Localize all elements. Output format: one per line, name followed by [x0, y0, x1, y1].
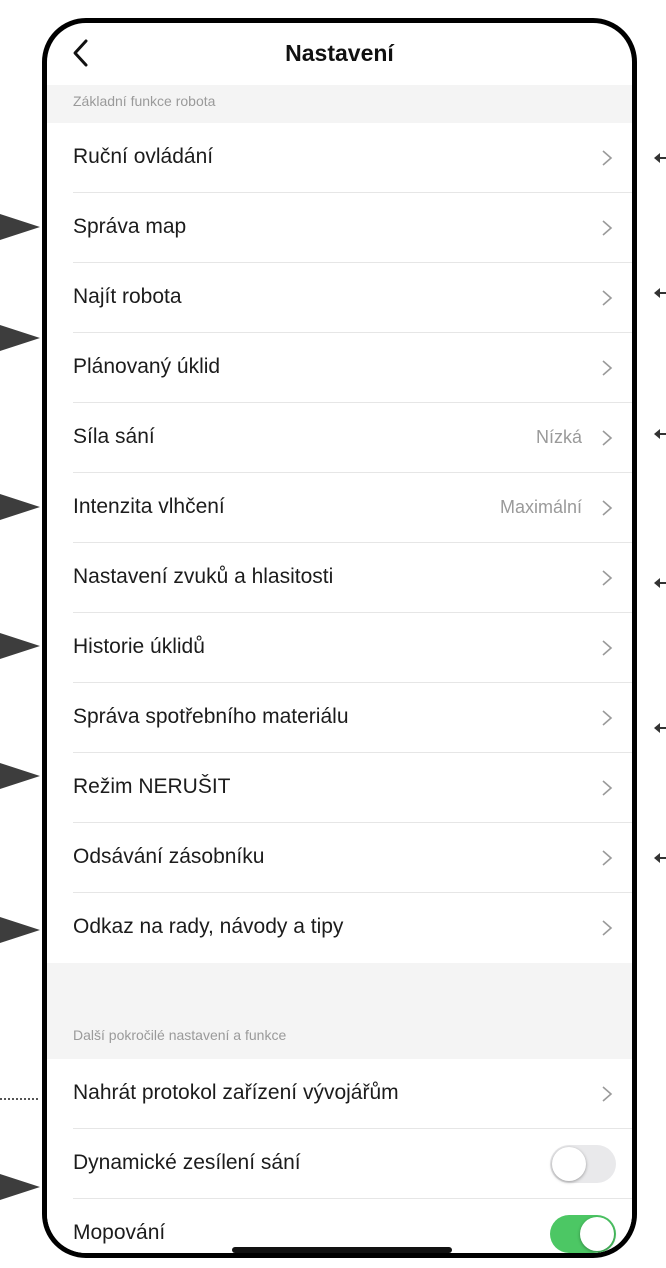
chevron-right-icon: [602, 780, 613, 796]
chevron-right-icon: [602, 710, 613, 726]
page-title: Nastavení: [285, 40, 394, 66]
chevron-right-icon: [602, 570, 613, 586]
row-label: Intenzita vlhčení: [73, 495, 225, 518]
row-label: Plánovaný úklid: [73, 355, 221, 378]
annotation-pointer: [0, 633, 40, 659]
row-dnd-mode[interactable]: Režim NERUŠIT: [47, 753, 632, 823]
row-label: Historie úklidů: [73, 635, 205, 658]
chevron-right-icon: [602, 920, 613, 936]
chevron-right-icon: [602, 430, 613, 446]
chevron-right-icon: [602, 1086, 613, 1102]
annotation-arrow: [654, 723, 666, 733]
annotation-dotted-line: [0, 1098, 38, 1100]
phone-frame: Nastavení Základní funkce robota Ruční o…: [42, 18, 637, 1258]
row-value: Nízká: [535, 427, 582, 447]
row-map-management[interactable]: Správa map: [47, 193, 632, 263]
navigation-bar: Nastavení: [47, 23, 632, 85]
chevron-right-icon: [602, 360, 613, 376]
chevron-right-icon: [602, 500, 613, 516]
row-label: Mopování: [73, 1221, 166, 1244]
dynamic-suction-toggle[interactable]: [550, 1145, 616, 1183]
row-label: Ruční ovládání: [73, 145, 214, 168]
row-upload-logs[interactable]: Nahrát protokol zařízení vývojářům: [47, 1059, 632, 1129]
row-dynamic-suction: Dynamické zesílení sání: [47, 1129, 632, 1199]
annotation-pointer: [0, 214, 40, 240]
chevron-right-icon: [602, 150, 613, 166]
chevron-right-icon: [602, 220, 613, 236]
row-label: Režim NERUŠIT: [73, 775, 231, 798]
row-label: Síla sání: [73, 425, 155, 448]
row-label: Nahrát protokol zařízení vývojářům: [73, 1081, 399, 1104]
row-tips-link[interactable]: Odkaz na rady, návody a tipy: [47, 893, 632, 963]
toggle-knob: [552, 1147, 586, 1181]
annotation-pointer: [0, 763, 40, 789]
annotation-arrow: [654, 288, 666, 298]
row-label: Správa spotřebního materiálu: [73, 705, 349, 728]
row-mop-humidity[interactable]: Intenzita vlhčení Maximální: [47, 473, 632, 543]
annotation-arrow: [654, 153, 666, 163]
annotation-arrow: [654, 429, 666, 439]
annotation-pointer: [0, 1174, 40, 1200]
row-bin-emptying[interactable]: Odsávání zásobníku: [47, 823, 632, 893]
mopping-toggle[interactable]: [550, 1215, 616, 1253]
section-header-basic: Základní funkce robota: [47, 85, 632, 123]
row-label: Správa map: [73, 215, 187, 238]
row-find-robot[interactable]: Najít robota: [47, 263, 632, 333]
row-manual-control[interactable]: Ruční ovládání: [47, 123, 632, 193]
row-label: Nastavení zvuků a hlasitosti: [73, 565, 334, 588]
row-cleaning-history[interactable]: Historie úklidů: [47, 613, 632, 683]
annotation-pointer: [0, 325, 40, 351]
row-sound-settings[interactable]: Nastavení zvuků a hlasitosti: [47, 543, 632, 613]
annotation-arrow: [654, 853, 666, 863]
chevron-right-icon: [602, 850, 613, 866]
section-header-advanced: Další pokročilé nastavení a funkce: [47, 963, 632, 1059]
toggle-knob: [580, 1217, 614, 1251]
annotation-pointer: [0, 917, 40, 943]
annotation-pointer: [0, 494, 40, 520]
row-label: Odsávání zásobníku: [73, 845, 265, 868]
row-suction-power[interactable]: Síla sání Nízká: [47, 403, 632, 473]
annotation-arrow: [654, 578, 666, 588]
home-indicator: [232, 1247, 452, 1253]
row-consumables[interactable]: Správa spotřebního materiálu: [47, 683, 632, 753]
row-label: Najít robota: [73, 285, 182, 308]
chevron-right-icon: [602, 290, 613, 306]
row-value: Maximální: [499, 497, 582, 517]
row-label: Dynamické zesílení sání: [73, 1151, 301, 1174]
chevron-right-icon: [602, 640, 613, 656]
row-scheduled-cleaning[interactable]: Plánovaný úklid: [47, 333, 632, 403]
row-label: Odkaz na rady, návody a tipy: [73, 915, 344, 938]
